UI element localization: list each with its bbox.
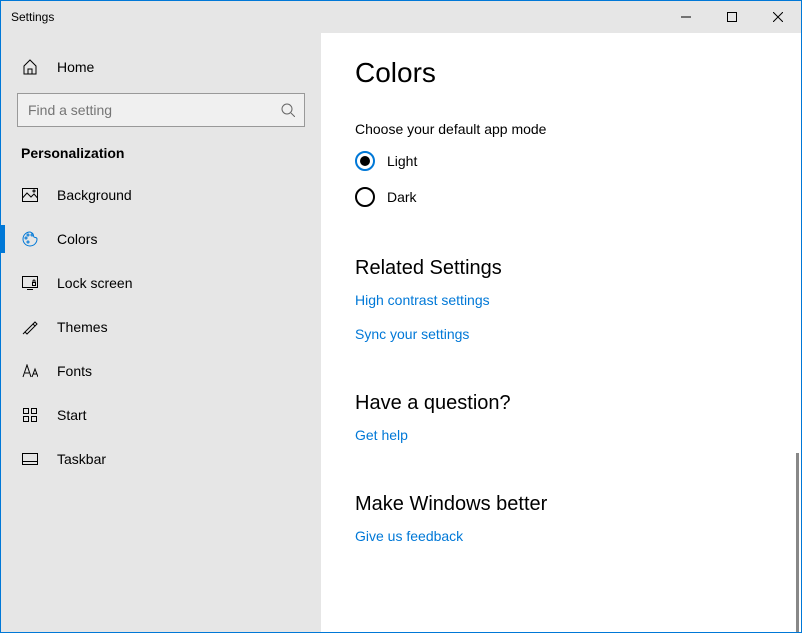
radio-light[interactable]: Light: [355, 151, 767, 171]
sidebar-item-fonts[interactable]: Fonts: [1, 349, 321, 393]
sidebar-item-colors[interactable]: Colors: [1, 217, 321, 261]
sidebar-item-label: Fonts: [57, 363, 92, 379]
sidebar-item-taskbar[interactable]: Taskbar: [1, 437, 321, 481]
content: Home Personalization Background Colors: [1, 33, 801, 632]
sync-settings-link[interactable]: Sync your settings: [355, 326, 767, 342]
high-contrast-link[interactable]: High contrast settings: [355, 292, 767, 308]
radio-dark[interactable]: Dark: [355, 187, 767, 207]
sidebar-item-label: Background: [57, 187, 132, 203]
minimize-icon: [681, 12, 691, 22]
get-help-link[interactable]: Get help: [355, 427, 767, 443]
taskbar-icon: [21, 453, 39, 465]
sidebar: Home Personalization Background Colors: [1, 33, 321, 632]
radio-dark-label: Dark: [387, 189, 417, 205]
radio-light-label: Light: [387, 153, 417, 169]
home-icon: [21, 59, 39, 75]
themes-icon: [21, 319, 39, 335]
home-label: Home: [57, 59, 94, 75]
question-heading: Have a question?: [355, 392, 767, 415]
related-settings-heading: Related Settings: [355, 257, 767, 280]
sidebar-item-background[interactable]: Background: [1, 173, 321, 217]
sidebar-item-label: Themes: [57, 319, 108, 335]
feedback-link[interactable]: Give us feedback: [355, 528, 767, 544]
titlebar: Settings: [1, 1, 801, 33]
window-title: Settings: [11, 10, 54, 24]
app-mode-label: Choose your default app mode: [355, 121, 767, 137]
start-icon: [21, 408, 39, 422]
maximize-icon: [727, 12, 737, 22]
scrollbar[interactable]: [796, 453, 799, 632]
background-icon: [21, 188, 39, 202]
sidebar-item-start[interactable]: Start: [1, 393, 321, 437]
page-title: Colors: [355, 57, 767, 89]
sidebar-item-themes[interactable]: Themes: [1, 305, 321, 349]
maximize-button[interactable]: [709, 1, 755, 33]
sidebar-item-lockscreen[interactable]: Lock screen: [1, 261, 321, 305]
sidebar-item-label: Start: [57, 407, 87, 423]
window-controls: [663, 1, 801, 33]
fonts-icon: [21, 364, 39, 378]
minimize-button[interactable]: [663, 1, 709, 33]
sidebar-item-label: Lock screen: [57, 275, 132, 291]
close-icon: [773, 12, 783, 22]
colors-icon: [21, 231, 39, 247]
sidebar-item-label: Taskbar: [57, 451, 106, 467]
home-button[interactable]: Home: [1, 49, 321, 85]
search-wrap: [17, 93, 305, 127]
category-label: Personalization: [1, 145, 321, 173]
sidebar-item-label: Colors: [57, 231, 97, 247]
radio-light-circle: [355, 151, 375, 171]
lockscreen-icon: [21, 276, 39, 290]
better-heading: Make Windows better: [355, 493, 767, 516]
close-button[interactable]: [755, 1, 801, 33]
search-input[interactable]: [17, 93, 305, 127]
main-panel: Colors Choose your default app mode Ligh…: [321, 33, 801, 632]
radio-dark-circle: [355, 187, 375, 207]
